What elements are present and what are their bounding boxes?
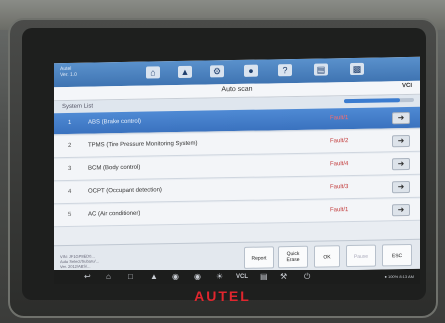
recent-apps-icon[interactable]: □ [128, 272, 133, 281]
camera-icon[interactable]: ◉ [194, 272, 201, 281]
save-icon[interactable]: ▤ [314, 63, 328, 76]
settings-icon[interactable]: ⚙ [210, 65, 224, 78]
row-system-name: ABS (Brake control) [88, 118, 142, 126]
arrow-right-icon[interactable]: ➜ [392, 134, 410, 148]
row-index: 3 [68, 165, 72, 172]
brightness-icon[interactable]: ☀ [216, 272, 223, 281]
status-indicator: ● 100% 8:13 AM [384, 274, 414, 279]
help-icon[interactable]: ? [278, 64, 292, 77]
row-index: 1 [68, 119, 72, 126]
brand-label: Autel Ver. 1.0 [60, 65, 77, 79]
gallery-icon[interactable]: ▤ [260, 272, 268, 281]
arrow-right-icon[interactable]: ➜ [392, 157, 410, 171]
row-fault-status: Fault/1 [330, 115, 349, 122]
row-fault-status: Fault/3 [330, 184, 349, 191]
power-icon[interactable]: ⏻ [304, 272, 310, 282]
arrow-right-icon[interactable]: ➜ [392, 203, 410, 217]
ok-button[interactable]: OK [314, 245, 340, 268]
print-icon[interactable]: ▩ [350, 62, 364, 76]
row-fault-status: Fault/2 [330, 138, 349, 145]
esc-button[interactable]: ESC [382, 243, 412, 267]
row-system-name: TPMS (Tire Pressure Monitoring System) [88, 140, 198, 149]
vehicle-icon[interactable]: ▲ [178, 65, 192, 79]
vcl-icon[interactable]: VCL [236, 274, 248, 280]
arrow-right-icon[interactable]: ➜ [392, 111, 410, 125]
row-index: 2 [68, 142, 72, 149]
row-system-name: AC (Air conditioner) [88, 210, 141, 218]
app-screen: Autel Ver. 1.0 ⌂ ▲ ⚙ ● ? ▤ ▩ Auto scan V… [54, 56, 420, 276]
quick-erase-button[interactable]: Quick Erase [278, 245, 308, 269]
home-icon[interactable]: ⌂ [146, 66, 160, 79]
vci-status: VCI [401, 82, 412, 90]
row-system-name: OCPT (Occupant detection) [88, 187, 162, 195]
row-index: 5 [68, 211, 72, 218]
pause-button[interactable]: Pause [346, 244, 376, 268]
back-icon[interactable]: ↩ [84, 272, 91, 281]
car-icon[interactable]: ▲ [150, 272, 158, 281]
vehicle-info: VIN: JF1GP8ED0... Auto Select/Subaru/...… [60, 253, 99, 270]
globe-icon[interactable]: ◉ [172, 272, 179, 281]
tools-icon[interactable]: ⚒ [280, 272, 287, 281]
row-system-name: BCM (Body control) [88, 164, 141, 172]
row-fault-status: Fault/4 [330, 161, 349, 168]
arrow-right-icon[interactable]: ➜ [392, 180, 410, 194]
home-icon[interactable]: ⌂ [106, 272, 111, 281]
brand-logo: AUTEL [194, 288, 251, 304]
camera-icon[interactable]: ● [244, 64, 258, 77]
row-index: 4 [68, 188, 72, 195]
system-dock: ↩ ⌂ □ ▲ ◉ ◉ ☀ VCL ▤ ⚒ ⏻ ● 100% 8:13 AM [54, 270, 420, 284]
report-button[interactable]: Report [244, 246, 274, 269]
row-fault-status: Fault/1 [330, 207, 349, 214]
